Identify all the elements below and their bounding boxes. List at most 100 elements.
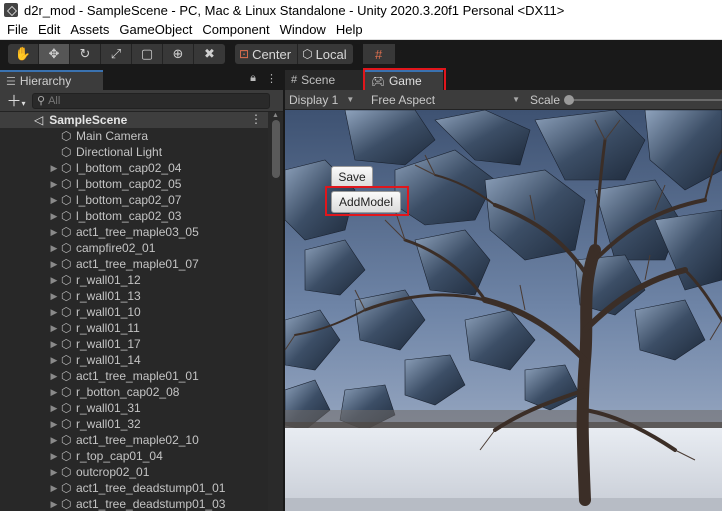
- expand-arrow-icon[interactable]: ▶: [48, 355, 60, 366]
- hierarchy-item[interactable]: ▶ ⬡ r_wall01_10: [0, 304, 268, 320]
- expand-arrow-icon[interactable]: ▶: [48, 179, 60, 190]
- hierarchy-item[interactable]: ▶⬡Directional Light: [0, 144, 268, 160]
- hierarchy-item[interactable]: ▶ ⬡ act1_tree_deadstump01_03: [0, 496, 268, 511]
- hierarchy-item[interactable]: ▶⬡Main Camera: [0, 128, 268, 144]
- expand-arrow-icon[interactable]: ▶: [48, 243, 60, 254]
- game-viewport[interactable]: Save AddModel: [285, 110, 722, 511]
- expand-arrow-icon[interactable]: ▶: [48, 275, 60, 286]
- grid-snap-button[interactable]: #: [362, 44, 395, 64]
- gameobject-cube-icon: ⬡: [61, 337, 72, 351]
- hierarchy-tab-label: Hierarchy: [19, 74, 72, 88]
- expand-arrow-icon[interactable]: ▶: [48, 387, 60, 398]
- hierarchy-item[interactable]: ▶ ⬡ campfire02_01: [0, 240, 268, 256]
- lock-icon[interactable]: 🔒︎: [250, 72, 256, 85]
- hierarchy-item[interactable]: ▶ ⬡ r_wall01_12: [0, 272, 268, 288]
- add-model-highlight: [325, 186, 409, 216]
- hierarchy-items: ▶⬡Main Camera▶⬡Directional Light▶⬡l_bott…: [0, 128, 268, 511]
- hierarchy-item[interactable]: ▶ ⬡ r_wall01_31: [0, 400, 268, 416]
- expand-arrow-icon[interactable]: ▶: [48, 195, 60, 206]
- expand-arrow-icon[interactable]: ▶: [48, 499, 60, 510]
- expand-arrow-icon[interactable]: ▶: [48, 483, 60, 494]
- scene-row[interactable]: ◁ SampleScene ⋮: [0, 112, 268, 128]
- hierarchy-item-label: act1_tree_deadstump01_03: [76, 497, 226, 511]
- hierarchy-tab-actions: 🔒︎ ⋮: [250, 72, 277, 85]
- custom-tool-button[interactable]: ✖: [194, 44, 225, 64]
- scale-tool-button[interactable]: ⤢: [101, 44, 132, 64]
- menu-file[interactable]: File: [2, 22, 33, 37]
- expand-arrow-icon[interactable]: ▶: [48, 371, 60, 382]
- gameobject-cube-icon: ⬡: [61, 273, 72, 287]
- hierarchy-item[interactable]: ▶ ⬡ r_wall01_14: [0, 352, 268, 368]
- hierarchy-scrollbar[interactable]: ▲: [268, 112, 283, 511]
- expand-arrow-icon[interactable]: ▶: [48, 403, 60, 414]
- expand-arrow-icon[interactable]: ▶: [48, 227, 60, 238]
- menu-component[interactable]: Component: [197, 22, 274, 37]
- hierarchy-item[interactable]: ▶ ⬡ outcrop02_01: [0, 464, 268, 480]
- hierarchy-item-label: Main Camera: [76, 129, 149, 143]
- hierarchy-item[interactable]: ▶ ⬡ r_wall01_32: [0, 416, 268, 432]
- hierarchy-item[interactable]: ▶ ⬡ act1_tree_maple01_01: [0, 368, 268, 384]
- hierarchy-item[interactable]: ▶ ⬡ l_bottom_cap02_05: [0, 176, 268, 192]
- expand-arrow-icon[interactable]: ▶: [48, 259, 60, 270]
- tab-hierarchy[interactable]: ☰ Hierarchy: [0, 70, 103, 90]
- transform-tool-button[interactable]: ⊕: [163, 44, 194, 64]
- gameobject-cube-icon: ⬡: [61, 161, 72, 175]
- expand-arrow-icon[interactable]: ▶: [48, 307, 60, 318]
- expand-arrow-icon[interactable]: ▶: [48, 339, 60, 350]
- expand-arrow-icon[interactable]: ▶: [48, 451, 60, 462]
- rotate-tool-button[interactable]: ↻: [70, 44, 101, 64]
- expand-arrow-icon[interactable]: ▶: [48, 467, 60, 478]
- hierarchy-item[interactable]: ▶ ⬡ act1_tree_deadstump01_01: [0, 480, 268, 496]
- gameobject-cube-icon: ⬡: [61, 193, 72, 207]
- scale-icon: ⤢: [110, 46, 122, 61]
- hierarchy-search-field[interactable]: ⚲ All: [32, 92, 270, 109]
- gameobject-cube-icon: ⬡: [61, 417, 72, 431]
- display-dropdown[interactable]: Display 1 ▼: [285, 93, 354, 107]
- pivot-center-button[interactable]: ⊡ Center: [235, 44, 299, 64]
- window-title: d2r_mod - SampleScene - PC, Mac & Linux …: [24, 2, 565, 18]
- expand-arrow-icon[interactable]: ▶: [48, 435, 60, 446]
- scene-name: SampleScene: [49, 113, 128, 127]
- menu-gameobject[interactable]: GameObject: [114, 22, 197, 37]
- hierarchy-item[interactable]: ▶ ⬡ r_wall01_17: [0, 336, 268, 352]
- hierarchy-item[interactable]: ▶ ⬡ act1_tree_maple03_05: [0, 224, 268, 240]
- hierarchy-item[interactable]: ▶ ⬡ r_top_cap01_04: [0, 448, 268, 464]
- hierarchy-item[interactable]: ▶ ⬡ act1_tree_maple02_10: [0, 432, 268, 448]
- pivot-local-button[interactable]: ⬡ Local: [298, 44, 353, 64]
- menu-window[interactable]: Window: [275, 22, 331, 37]
- menu-help[interactable]: Help: [331, 22, 368, 37]
- gameobject-cube-icon: ⬡: [61, 305, 72, 319]
- hierarchy-item[interactable]: ▶ ⬡ l_bottom_cap02_03: [0, 208, 268, 224]
- menu-edit[interactable]: Edit: [33, 22, 65, 37]
- aspect-dropdown[interactable]: Free Aspect ▼: [367, 93, 522, 107]
- scale-slider-knob[interactable]: [564, 94, 575, 105]
- hierarchy-item[interactable]: ▶ ⬡ r_botton_cap02_08: [0, 384, 268, 400]
- hierarchy-item[interactable]: ▶ ⬡ r_wall01_13: [0, 288, 268, 304]
- search-icon: ⚲: [37, 95, 46, 107]
- pivot-label: Center: [252, 46, 292, 62]
- hand-tool-button[interactable]: ✋: [8, 44, 39, 64]
- menu-assets[interactable]: Assets: [65, 22, 114, 37]
- scroll-up-icon[interactable]: ▲: [272, 112, 279, 119]
- hierarchy-item[interactable]: ▶ ⬡ l_bottom_cap02_04: [0, 160, 268, 176]
- hierarchy-item[interactable]: ▶ ⬡ act1_tree_maple01_07: [0, 256, 268, 272]
- expand-arrow-icon[interactable]: ▶: [48, 419, 60, 430]
- expand-arrow-icon[interactable]: ▶: [48, 163, 60, 174]
- save-button[interactable]: Save: [331, 166, 373, 188]
- expand-arrow-icon[interactable]: ▶: [48, 291, 60, 302]
- expand-arrow-icon[interactable]: ▶: [48, 323, 60, 334]
- hierarchy-item-label: r_wall01_14: [76, 353, 141, 367]
- move-tool-button[interactable]: ✥: [39, 44, 70, 64]
- create-button[interactable]: ＋▾: [0, 90, 32, 111]
- scrollbar-thumb[interactable]: [272, 120, 280, 178]
- scene-more-icon[interactable]: ⋮: [250, 112, 262, 126]
- gameobject-cube-icon: ⬡: [61, 321, 72, 335]
- hierarchy-item[interactable]: ▶ ⬡ r_wall01_11: [0, 320, 268, 336]
- hierarchy-item[interactable]: ▶ ⬡ l_bottom_cap02_07: [0, 192, 268, 208]
- hierarchy-item-label: r_wall01_10: [76, 305, 141, 319]
- scale-slider[interactable]: [564, 94, 722, 105]
- tab-scene[interactable]: # Scene: [285, 70, 363, 90]
- expand-arrow-icon[interactable]: ▶: [48, 211, 60, 222]
- rect-tool-button[interactable]: ▢: [132, 44, 163, 64]
- more-options-icon[interactable]: ⋮: [266, 72, 277, 85]
